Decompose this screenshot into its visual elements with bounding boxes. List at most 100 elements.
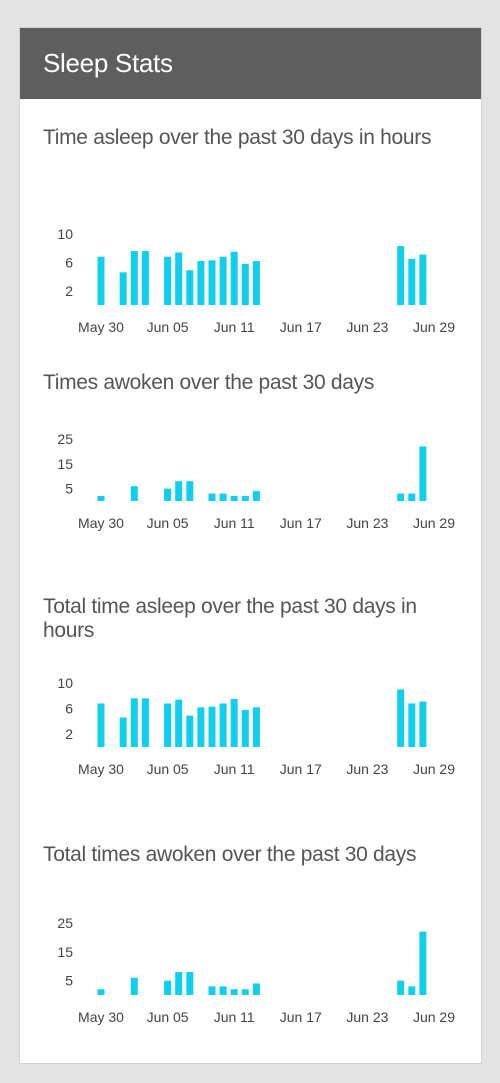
x-tick-label: Jun 05 (147, 1009, 189, 1025)
bar (397, 689, 405, 747)
bar (186, 481, 194, 501)
bar (419, 446, 427, 501)
bar (241, 709, 249, 747)
bar (230, 989, 238, 995)
x-tick-label: Jun 23 (346, 1009, 388, 1025)
bar (130, 486, 138, 501)
x-tick-label: May 30 (78, 1009, 124, 1025)
y-tick-label: 15 (57, 456, 73, 472)
bar (164, 980, 172, 995)
bar (241, 263, 249, 305)
bar (175, 252, 183, 305)
x-tick-label: Jun 05 (147, 515, 189, 531)
bar (408, 258, 416, 305)
bar (186, 971, 194, 995)
bar (419, 701, 427, 747)
chart-svg: 25 15 5 May 30 Jun 05 Jun 11 Jun 17 Jun 23 Jun 2… (57, 915, 455, 1025)
bar (208, 706, 216, 747)
bar (130, 698, 138, 747)
x-tick-label: Jun 23 (346, 761, 388, 777)
bar (408, 703, 416, 747)
x-tick-label: Jun 05 (147, 319, 189, 335)
y-tick-label: 2 (65, 283, 73, 299)
y-tick-label: 6 (65, 701, 73, 717)
bar (408, 493, 416, 501)
y-tick-label: 5 (65, 481, 73, 497)
x-tick-label: Jun 29 (413, 1009, 455, 1025)
x-tick-label: Jun 11 (214, 319, 255, 335)
bar (164, 256, 172, 305)
bar (186, 270, 194, 305)
bar (97, 703, 105, 747)
bar (252, 491, 260, 501)
bar (241, 989, 249, 995)
bar (230, 251, 238, 305)
bar (164, 703, 172, 747)
bar (119, 717, 127, 747)
bar (219, 256, 227, 305)
x-tick-label: Jun 11 (214, 1009, 255, 1025)
bar (408, 986, 416, 995)
x-tick-label: Jun 23 (346, 319, 388, 335)
x-tick-label: Jun 29 (413, 319, 455, 335)
x-tick-label: Jun 11 (214, 761, 255, 777)
x-tick-label: Jun 05 (147, 761, 189, 777)
bar (252, 260, 260, 305)
bar (197, 707, 205, 747)
bar (241, 496, 249, 501)
bar (97, 496, 105, 501)
x-tick-label: Jun 17 (280, 761, 322, 777)
x-tick-label: May 30 (78, 515, 124, 531)
bar (230, 496, 238, 501)
bar (164, 488, 172, 501)
bar (397, 980, 405, 995)
bar (130, 977, 138, 995)
bar (252, 707, 260, 747)
bar (219, 986, 227, 995)
y-tick-label: 5 (65, 973, 73, 989)
chart-svg: 10 6 2 May 30 Jun 05 Jun 11 Jun 17 Jun 23 Jun 29 (57, 675, 455, 777)
bar (141, 251, 149, 305)
sleep-stats-panel: Sleep Stats Time asleep over the past 30… (19, 27, 482, 1064)
bar (208, 493, 216, 501)
x-tick-label: May 30 (78, 319, 124, 335)
bar (97, 989, 105, 995)
bar (397, 246, 405, 305)
x-tick-label: Jun 11 (214, 515, 255, 531)
y-tick-label: 10 (57, 675, 73, 691)
x-tick-label: Jun 29 (413, 515, 455, 531)
y-tick-label: 25 (57, 915, 73, 931)
chart-svg: 25 15 5 May 30 Jun 05 Jun 11 Jun 17 Jun 23 Jun 2… (57, 431, 455, 531)
bar (141, 698, 149, 747)
x-tick-label: Jun 23 (346, 515, 388, 531)
bar (397, 493, 405, 501)
bar (230, 699, 238, 747)
bar (119, 272, 127, 305)
y-tick-label: 10 (57, 226, 73, 242)
panel-header: Sleep Stats (20, 28, 481, 99)
bar (419, 931, 427, 995)
bar (208, 986, 216, 995)
x-tick-label: Jun 17 (280, 1009, 322, 1025)
y-tick-label: 15 (57, 944, 73, 960)
bar (130, 251, 138, 305)
bar (175, 971, 183, 995)
x-tick-label: Jun 29 (413, 761, 455, 777)
panel-title: Sleep Stats (43, 48, 173, 78)
y-tick-label: 6 (65, 254, 73, 270)
bar (419, 254, 427, 305)
bar (197, 260, 205, 305)
bar (219, 703, 227, 747)
y-tick-label: 25 (57, 431, 73, 447)
bar (186, 715, 194, 747)
x-tick-label: Jun 17 (280, 515, 322, 531)
bar (97, 256, 105, 305)
bar (175, 699, 183, 747)
bar (219, 493, 227, 501)
x-tick-label: Jun 17 (280, 319, 322, 335)
chart-svg: 10 6 2 May 30 Jun 05 Jun 11 Jun 17 Jun 23 Jun 29 (57, 226, 455, 335)
bar (208, 260, 216, 305)
x-tick-label: May 30 (78, 761, 124, 777)
bar (252, 983, 260, 995)
y-tick-label: 2 (65, 726, 73, 742)
